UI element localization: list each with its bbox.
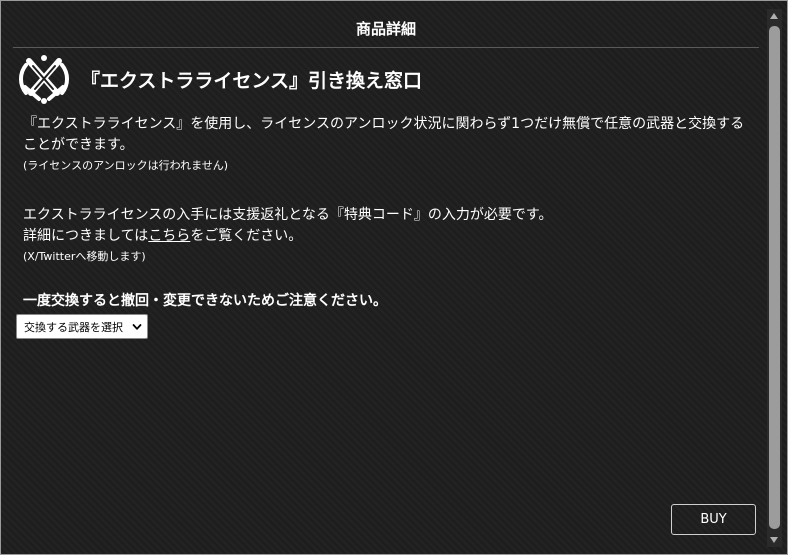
irreversible-warning: 一度交換すると撤回・変更できないためご注意ください。 — [23, 293, 387, 309]
details-link[interactable]: こちら — [148, 228, 190, 244]
details-prefix: 詳細につきましては — [23, 228, 149, 244]
scrollbar-thumb[interactable] — [769, 26, 780, 529]
description-paragraph: 『エクストラライセンス』を使用し、ライセンスのアンロック状況に関わらず1つだけ無… — [23, 116, 745, 153]
header-title: 商品詳細 — [355, 20, 416, 38]
twitter-note: (X/Twitterへ移動します) — [23, 250, 146, 263]
details-line: 詳細につきましてはこちらをご覧ください。 — [23, 226, 751, 247]
window-header: 商品詳細 — [13, 1, 759, 48]
buy-button[interactable]: BUY — [671, 504, 756, 535]
unlock-note: (ライセンスのアンロックは行われません) — [23, 159, 229, 172]
product-detail-window: 商品詳細 『エクストラライセンス』引き換え窓口 『エクストラライセンス』を使用し — [0, 0, 788, 555]
page-title: 『エクストラライセンス』引き換え窓口 — [81, 69, 423, 92]
scroll-down-arrow-icon[interactable] — [770, 537, 778, 543]
vertical-scrollbar[interactable] — [767, 9, 782, 547]
weapon-select-value: 交換する武器を選択 — [24, 320, 123, 334]
details-suffix: をご覧ください。 — [190, 228, 303, 244]
crossed-swords-emblem-icon — [18, 55, 70, 104]
code-requirement-text: エクストラライセンスの入手には支援返礼となる『特典コード』の入力が必要です。 — [23, 207, 553, 223]
chevron-down-icon — [132, 323, 142, 330]
title-row: 『エクストラライセンス』引き換え窓口 — [17, 53, 422, 105]
weapon-select[interactable]: 交換する武器を選択 — [16, 314, 148, 339]
main-content: 『エクストラライセンス』を使用し、ライセンスのアンロック状況に関わらず1つだけ無… — [23, 114, 751, 311]
scroll-up-arrow-icon[interactable] — [770, 13, 778, 19]
